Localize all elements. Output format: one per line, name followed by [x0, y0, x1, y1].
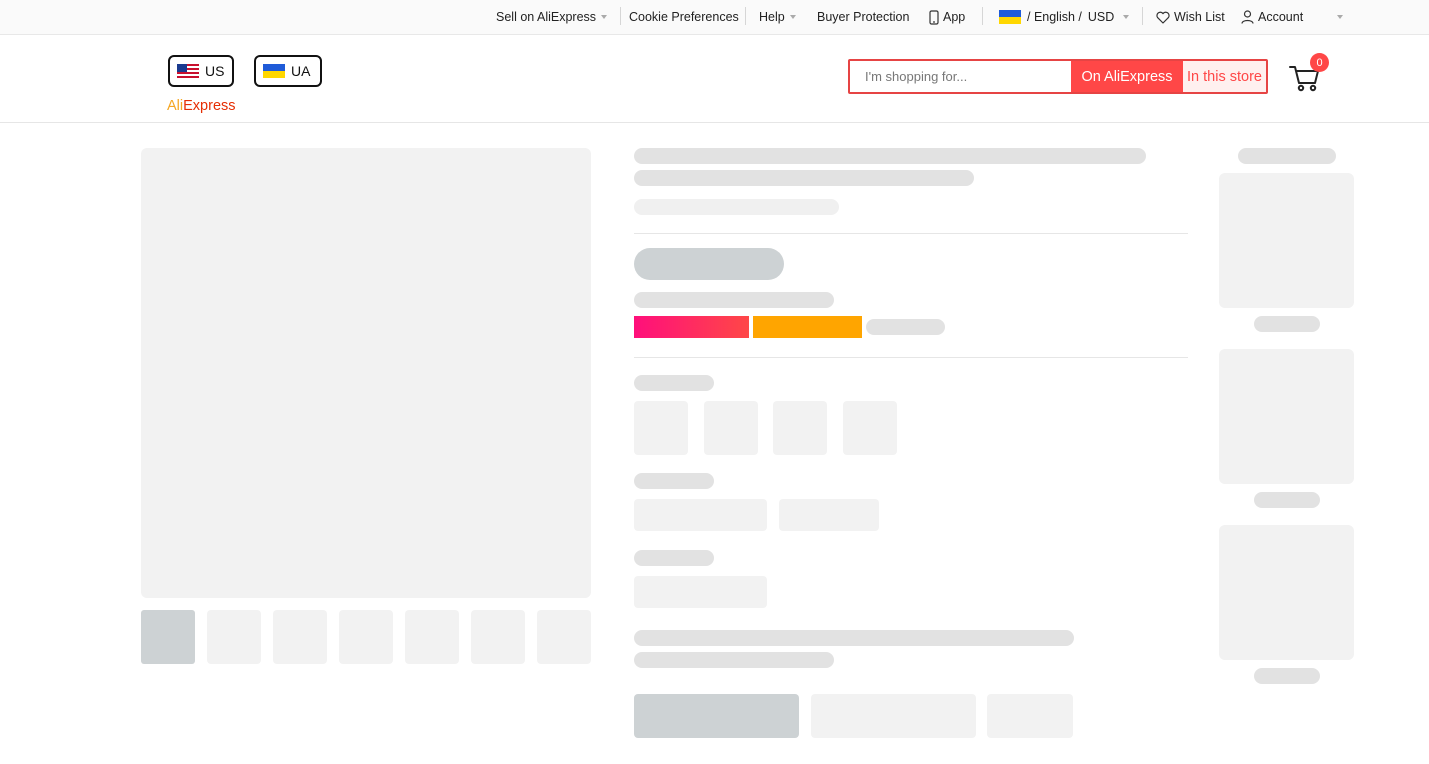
search-on-aliexpress-button[interactable]: On AliExpress [1071, 61, 1183, 92]
option-swatch-placeholder[interactable] [704, 401, 758, 455]
thumbnail-placeholder[interactable] [141, 610, 195, 664]
thumbnail-placeholder[interactable] [273, 610, 327, 664]
title-line-placeholder [634, 170, 974, 186]
account-label: Account [1258, 10, 1304, 24]
add-to-cart-placeholder[interactable] [811, 694, 976, 738]
option-chip-placeholder[interactable] [634, 499, 767, 531]
thumbnail-placeholder[interactable] [471, 610, 525, 664]
thumbnail-placeholder[interactable] [207, 610, 261, 664]
country-ua-label: UA [291, 63, 311, 79]
buyer-protection-link[interactable]: Buyer Protection [817, 0, 909, 34]
chevron-down-icon [1337, 15, 1344, 19]
sell-label: Sell on AliExpress [496, 10, 597, 24]
cart-count-badge: 0 [1310, 53, 1329, 72]
option-chip-placeholder[interactable] [779, 499, 879, 531]
search-bar: On AliExpress In this store [848, 59, 1268, 94]
recommended-price-placeholder [1254, 668, 1320, 684]
phone-icon [929, 9, 939, 25]
language-label: / English / [1027, 10, 1082, 24]
help-menu[interactable]: Help [759, 0, 796, 34]
option-swatch-placeholder[interactable] [843, 401, 897, 455]
search-in-store-button[interactable]: In this store [1183, 61, 1266, 92]
chevron-down-icon [1123, 15, 1130, 19]
shipping-line-placeholder [634, 630, 1074, 646]
promo-text-placeholder [866, 319, 945, 335]
site-header: US UA AliExpress On AliExpress In this s… [0, 35, 1429, 123]
country-button-ua[interactable]: UA [254, 55, 322, 87]
option-swatch-placeholder[interactable] [634, 401, 688, 455]
chevron-down-icon [601, 15, 608, 19]
main-image-placeholder [141, 148, 591, 598]
divider [620, 7, 621, 25]
wishlist-button-placeholder[interactable] [987, 694, 1073, 738]
country-us-label: US [205, 63, 225, 79]
aliexpress-logo[interactable]: AliExpress [167, 98, 236, 114]
option-swatch-placeholder[interactable] [773, 401, 827, 455]
section-divider [634, 357, 1188, 358]
buyer-protection-label: Buyer Protection [817, 10, 910, 24]
search-input[interactable] [850, 61, 1071, 92]
us-flag-icon [177, 64, 199, 78]
buy-button-placeholder[interactable] [634, 694, 799, 738]
divider [982, 7, 983, 25]
logo-part-ali: Ali [167, 98, 184, 114]
option-label-placeholder [634, 473, 714, 489]
thumbnail-placeholder[interactable] [537, 610, 591, 664]
shipping-line-placeholder [634, 652, 834, 668]
recommended-price-placeholder [1254, 316, 1320, 332]
user-icon [1241, 10, 1254, 24]
thumbnail-placeholder[interactable] [405, 610, 459, 664]
ua-flag-icon [263, 64, 285, 78]
cart-button[interactable]: 0 [1288, 53, 1329, 95]
recommended-item-placeholder[interactable] [1219, 525, 1354, 660]
top-utility-bar: Sell on AliExpress Cookie Preferences He… [0, 0, 1429, 35]
wish-list-label: Wish List [1174, 10, 1225, 24]
divider [745, 7, 746, 25]
sell-on-aliexpress-link[interactable]: Sell on AliExpress [496, 0, 608, 34]
chevron-down-icon [789, 15, 796, 19]
recommended-item-placeholder[interactable] [1219, 173, 1354, 308]
cookie-label: Cookie Preferences [629, 10, 739, 24]
quantity-placeholder[interactable] [634, 576, 767, 608]
promo-badge-placeholder [634, 316, 749, 338]
option-label-placeholder [634, 550, 714, 566]
option-label-placeholder [634, 375, 714, 391]
section-divider [634, 233, 1188, 234]
rating-placeholder [634, 199, 839, 215]
rail-title-placeholder [1238, 148, 1336, 164]
language-currency-selector[interactable]: / English / USD [999, 0, 1130, 34]
account-menu[interactable]: Account [1241, 0, 1344, 34]
title-line-placeholder [634, 148, 1146, 164]
app-label: App [943, 10, 966, 24]
app-link[interactable]: App [929, 0, 965, 34]
wish-list-link[interactable]: Wish List [1156, 0, 1225, 34]
currency-label: USD [1087, 10, 1115, 24]
cookie-preferences-link[interactable]: Cookie Preferences [629, 0, 739, 34]
recommended-item-placeholder[interactable] [1219, 349, 1354, 484]
country-button-us[interactable]: US [168, 55, 234, 87]
help-label: Help [759, 10, 785, 24]
recommended-price-placeholder [1254, 492, 1320, 508]
heart-icon [1156, 11, 1170, 24]
logo-part-express: Express [183, 98, 236, 114]
promo-badge-placeholder [753, 316, 862, 338]
price-placeholder [634, 248, 784, 280]
price-detail-placeholder [634, 292, 834, 308]
thumbnail-placeholder[interactable] [339, 610, 393, 664]
divider [1142, 7, 1143, 25]
ukraine-flag-icon [999, 10, 1021, 24]
